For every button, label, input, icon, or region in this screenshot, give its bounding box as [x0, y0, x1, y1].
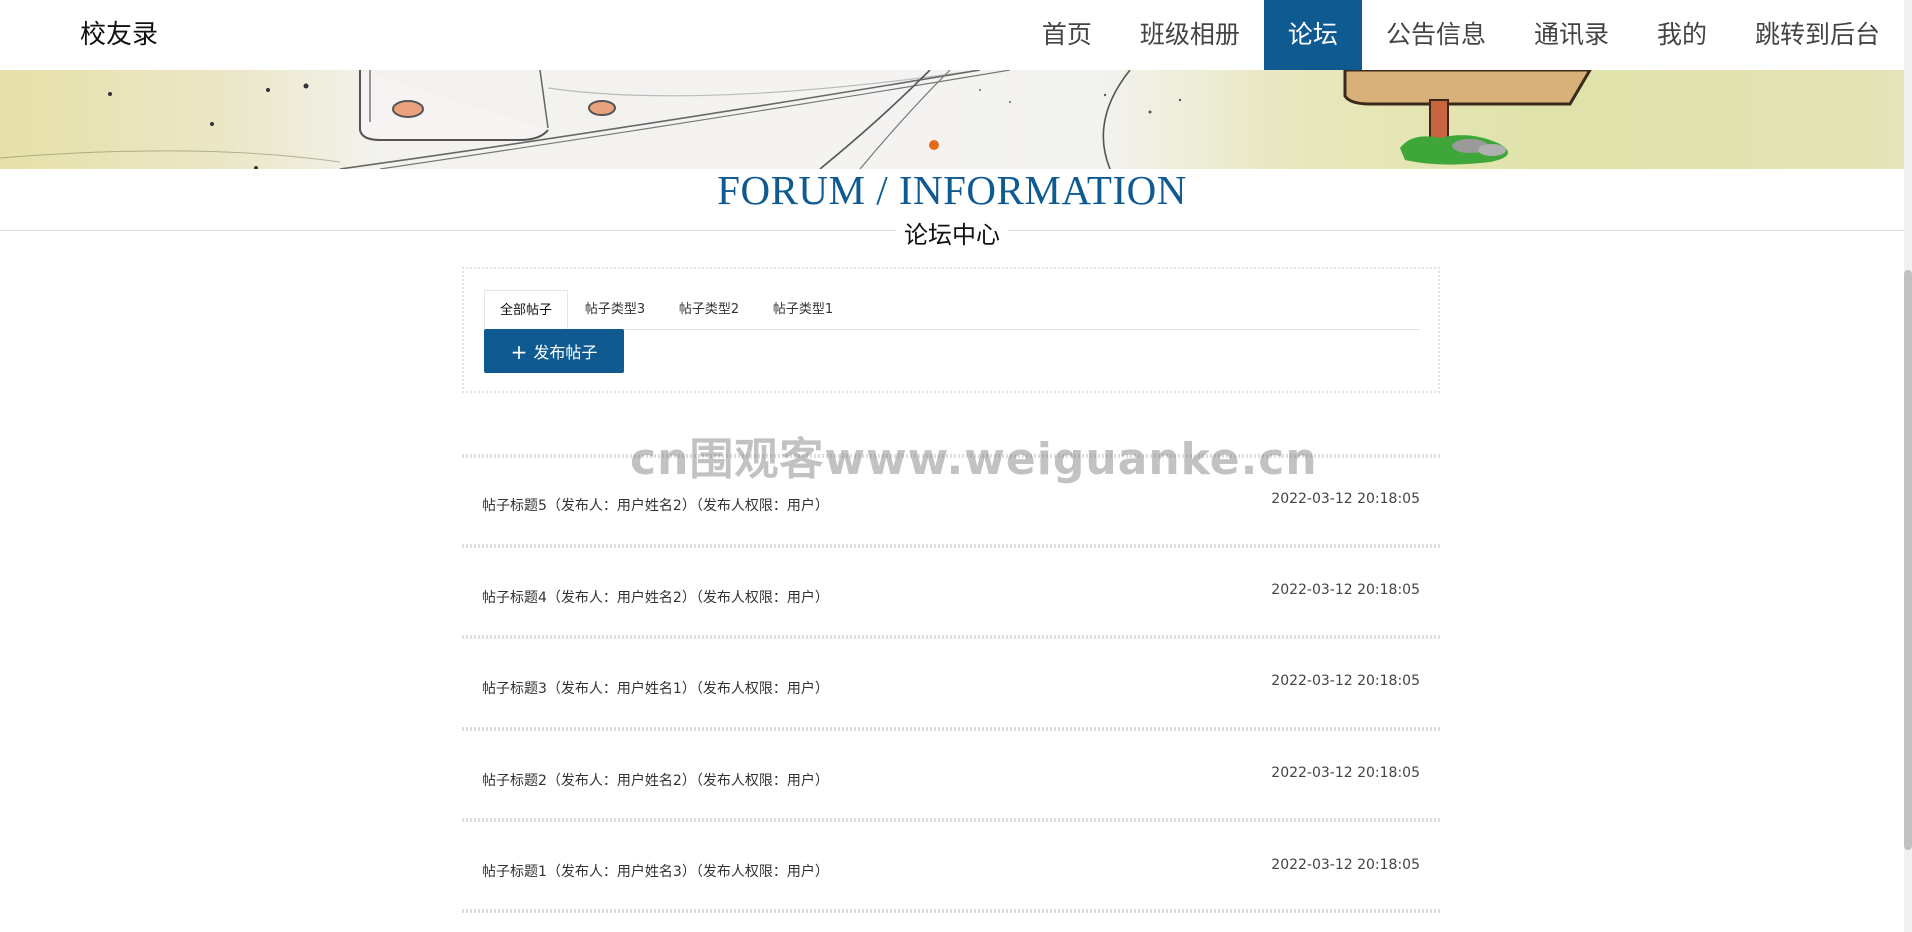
section-title-cn: 论坛中心 — [896, 215, 1008, 250]
post-title[interactable]: 帖子标题4（发布人：用户姓名2）（发布人权限：用户） — [482, 587, 829, 607]
banner-illustration — [0, 70, 1592, 169]
tab-post-type-2[interactable]: 帖子类型2 — [662, 290, 756, 329]
row-divider — [462, 727, 1440, 731]
plus-icon: + — [510, 340, 528, 364]
tab-post-type-3[interactable]: 帖子类型3 — [568, 290, 662, 329]
nav-item-forum[interactable]: 论坛 — [1263, 0, 1362, 70]
section-title-en: FORUM / INFORMATION — [717, 167, 1187, 213]
category-tabs: 全部帖子 帖子类型3 帖子类型2 帖子类型1 — [484, 290, 1420, 330]
row-divider — [462, 909, 1440, 913]
main-menu: 首页 班级相册 论坛 公告信息 通讯录 我的 跳转到后台 — [1018, 0, 1904, 70]
row-divider — [462, 635, 1440, 639]
carousel-indicator-dot[interactable] — [929, 140, 939, 150]
row-divider — [462, 818, 1440, 822]
post-title[interactable]: 帖子标题3（发布人：用户姓名1）（发布人权限：用户） — [482, 678, 829, 698]
forum-filter-panel: 全部帖子 帖子类型3 帖子类型2 帖子类型1 + 发布帖子 — [462, 267, 1440, 393]
post-time: 2022-03-12 20:18:05 — [1271, 857, 1420, 873]
nav-item-my-account[interactable]: 我的 — [1633, 0, 1731, 70]
post-time: 2022-03-12 20:18:05 — [1271, 765, 1420, 781]
tab-post-type-1[interactable]: 帖子类型1 — [756, 290, 850, 329]
page-scrollbar[interactable] — [1904, 0, 1912, 932]
nav-item-home[interactable]: 首页 — [1018, 0, 1116, 70]
nav-item-address-book[interactable]: 通讯录 — [1510, 0, 1633, 70]
scrollbar-thumb[interactable] — [1904, 270, 1912, 850]
post-title[interactable]: 帖子标题5（发布人：用户姓名2）（发布人权限：用户） — [482, 495, 829, 515]
nav-item-admin-backend[interactable]: 跳转到后台 — [1731, 0, 1904, 70]
post-time: 2022-03-12 20:18:05 — [1271, 582, 1420, 598]
publish-post-button[interactable]: + 发布帖子 — [484, 329, 624, 373]
banner-carousel — [0, 70, 1904, 169]
nav-item-announcements[interactable]: 公告信息 — [1362, 0, 1510, 70]
row-divider — [462, 544, 1440, 548]
post-title[interactable]: 帖子标题1（发布人：用户姓名3）（发布人权限：用户） — [482, 861, 829, 881]
tab-all-posts[interactable]: 全部帖子 — [484, 290, 568, 330]
top-nav: 校友录 首页 班级相册 论坛 公告信息 通讯录 我的 跳转到后台 — [0, 0, 1904, 70]
row-divider — [462, 454, 1440, 458]
publish-post-label: 发布帖子 — [533, 343, 598, 362]
nav-item-class-album[interactable]: 班级相册 — [1116, 0, 1264, 70]
post-title[interactable]: 帖子标题2（发布人：用户姓名2）（发布人权限：用户） — [482, 770, 829, 790]
site-logo-text[interactable]: 校友录 — [80, 0, 158, 70]
post-time: 2022-03-12 20:18:05 — [1271, 673, 1420, 689]
post-time: 2022-03-12 20:18:05 — [1271, 491, 1420, 507]
